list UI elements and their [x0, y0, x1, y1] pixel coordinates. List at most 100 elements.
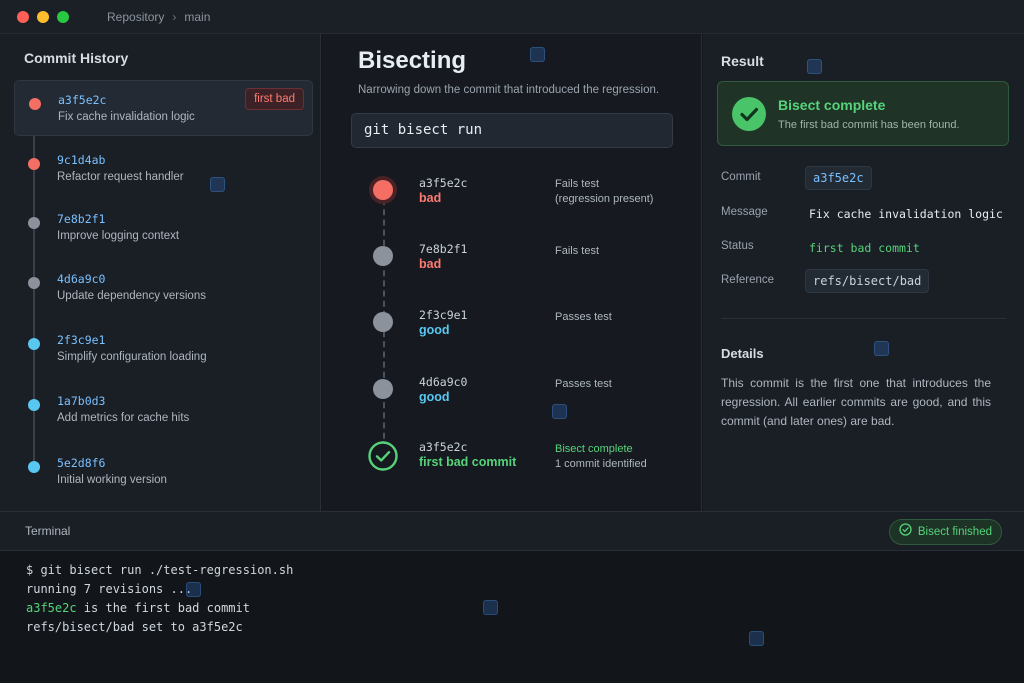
bisect-complete-subtitle: The first bad commit has been found.: [778, 119, 960, 131]
terminal-line: $ git bisect run ./test-regression.sh: [26, 563, 293, 577]
step-status: good: [419, 323, 450, 337]
commit-hash: 1a7b0d3: [57, 394, 106, 408]
breadcrumb-separator: ›: [172, 9, 177, 24]
commit-hash: a3f5e2c: [58, 93, 107, 107]
check-circle-icon: [899, 523, 912, 541]
terminal-text: is the first bad commit: [76, 601, 250, 615]
result-panel: Result Bisect complete The first bad com…: [703, 34, 1024, 511]
commit-dot: [29, 98, 41, 110]
bisect-title: Bisecting: [358, 47, 467, 74]
terminal-line: a3f5e2c is the first bad commit: [26, 601, 250, 615]
commit-message: Initial working version: [57, 474, 167, 486]
step-note: Fails test: [555, 178, 600, 190]
breadcrumb-branch[interactable]: main: [184, 10, 210, 24]
reference-value[interactable]: refs/bisect/bad: [805, 269, 930, 293]
step-note: Fails test: [555, 245, 600, 257]
commit-dot: [28, 461, 40, 473]
bisect-step[interactable]: 4d6a9c0 good Passes test: [322, 375, 702, 427]
bisect-step[interactable]: a3f5e2c bad Fails test (regression present): [322, 176, 702, 228]
commit-list-item[interactable]: 1a7b0d3 Add metrics for cache hits: [14, 382, 313, 438]
commit-message: Fix cache invalidation logic: [58, 111, 195, 123]
watermark-icon: [807, 59, 822, 74]
terminal-header: Terminal Bisect finished: [0, 511, 1024, 551]
details-title: Details: [721, 346, 764, 361]
step-node: [373, 379, 393, 399]
check-icon: [732, 97, 766, 131]
watermark-icon: [874, 341, 889, 356]
commit-list-item[interactable]: 9c1d4ab Refactor request handler: [14, 141, 313, 197]
commit-message: Update dependency versions: [57, 290, 206, 302]
commit-dot: [28, 338, 40, 350]
commit-dot: [28, 158, 40, 170]
terminal-text: $ git bisect run ./test-regression.sh: [26, 563, 294, 577]
bisect-step[interactable]: 7e8b2f1 bad Fails test: [322, 242, 702, 294]
commit-message: Refactor request handler: [57, 171, 184, 183]
watermark-icon: [483, 600, 498, 615]
step-node: [373, 246, 393, 266]
watermark-icon: [186, 582, 201, 597]
commit-dot: [28, 399, 40, 411]
step-hash: a3f5e2c: [419, 176, 468, 190]
terminal-hash: a3f5e2c: [26, 601, 77, 615]
status-value: first bad commit: [809, 241, 920, 255]
step-note: Passes test: [555, 378, 612, 390]
bisect-complete-title: Bisect complete: [778, 97, 886, 113]
commit-list-item[interactable]: a3f5e2c Fix cache invalidation logic first…: [14, 80, 313, 136]
zoom-window-button[interactable]: [57, 10, 69, 23]
bisect-subtitle: Narrowing down the commit that introduce…: [358, 84, 660, 96]
bisect-command[interactable]: git bisect run: [351, 113, 673, 148]
minimize-window-button[interactable]: [37, 10, 49, 23]
result-title: Result: [721, 53, 764, 69]
commit-hash: 5e2d8f6: [57, 456, 106, 470]
terminal-line: refs/bisect/bad set to a3f5e2c: [26, 620, 243, 634]
commit-hash: 9c1d4ab: [57, 153, 106, 167]
step-note-detail: 1 commit identified: [555, 458, 647, 470]
step-hash: 2f3c9e1: [419, 308, 468, 322]
details-text: This commit is the first one that introd…: [721, 376, 991, 428]
step-note: Bisect complete: [555, 443, 633, 455]
step-hash: 4d6a9c0: [419, 375, 468, 389]
terminal-title[interactable]: Terminal: [25, 524, 70, 538]
step-status: bad: [419, 257, 442, 271]
commit-list-item[interactable]: 7e8b2f1 Improve logging context: [14, 200, 313, 256]
reference-label: Reference: [721, 274, 775, 286]
commit-hash: 2f3c9e1: [57, 333, 106, 347]
terminal-text: refs/bisect/bad set to a3f5e2c: [26, 620, 243, 634]
step-note-detail: (regression present): [555, 193, 654, 205]
commit-dot: [28, 277, 40, 289]
first-bad-badge: first bad: [245, 88, 304, 110]
step-hash: a3f5e2c: [419, 440, 468, 454]
bisect-panel: Bisecting Narrowing down the commit that…: [322, 34, 702, 511]
message-label: Message: [721, 206, 768, 218]
close-window-button[interactable]: [17, 10, 29, 23]
commit-list-item[interactable]: 2f3c9e1 Simplify configuration loading: [14, 321, 313, 377]
watermark-icon: [210, 177, 225, 192]
bisect-complete-card: Bisect complete The first bad commit has…: [717, 81, 1009, 146]
window-controls: [17, 10, 69, 23]
step-status: good: [419, 390, 450, 404]
bisect-step[interactable]: 2f3c9e1 good Passes test: [322, 308, 702, 360]
step-hash: 7e8b2f1: [419, 242, 468, 256]
breadcrumb: Repository › main: [107, 10, 210, 24]
status-label: Status: [721, 240, 754, 252]
bisect-finished-badge: Bisect finished: [888, 519, 1002, 545]
commit-message: Add metrics for cache hits: [57, 412, 190, 424]
commit-label: Commit: [721, 171, 761, 183]
commit-list-item[interactable]: 4d6a9c0 Update dependency versions: [14, 260, 313, 316]
terminal-text: running 7 revisions ...: [26, 582, 193, 596]
watermark-icon: [552, 404, 567, 419]
title-bar: Repository › main: [0, 0, 1024, 34]
commit-value[interactable]: a3f5e2c: [805, 166, 872, 190]
check-node-icon: [368, 441, 398, 471]
terminal-line: running 7 revisions ...: [26, 582, 192, 596]
commit-history-title: Commit History: [24, 50, 129, 66]
bisect-step[interactable]: a3f5e2c first bad commit Bisect complete 1 …: [322, 440, 702, 492]
commit-message: Improve logging context: [57, 230, 180, 242]
watermark-icon: [749, 631, 764, 646]
bisect-finished-label: Bisect finished: [917, 526, 992, 538]
commit-list-item[interactable]: 5e2d8f6 Initial working version: [14, 444, 313, 500]
commit-hash: 4d6a9c0: [57, 272, 106, 286]
breadcrumb-repository[interactable]: Repository: [107, 10, 164, 24]
terminal-output[interactable]: $ git bisect run ./test-regression.sh run…: [0, 551, 1024, 683]
commit-hash: 7e8b2f1: [57, 212, 106, 226]
